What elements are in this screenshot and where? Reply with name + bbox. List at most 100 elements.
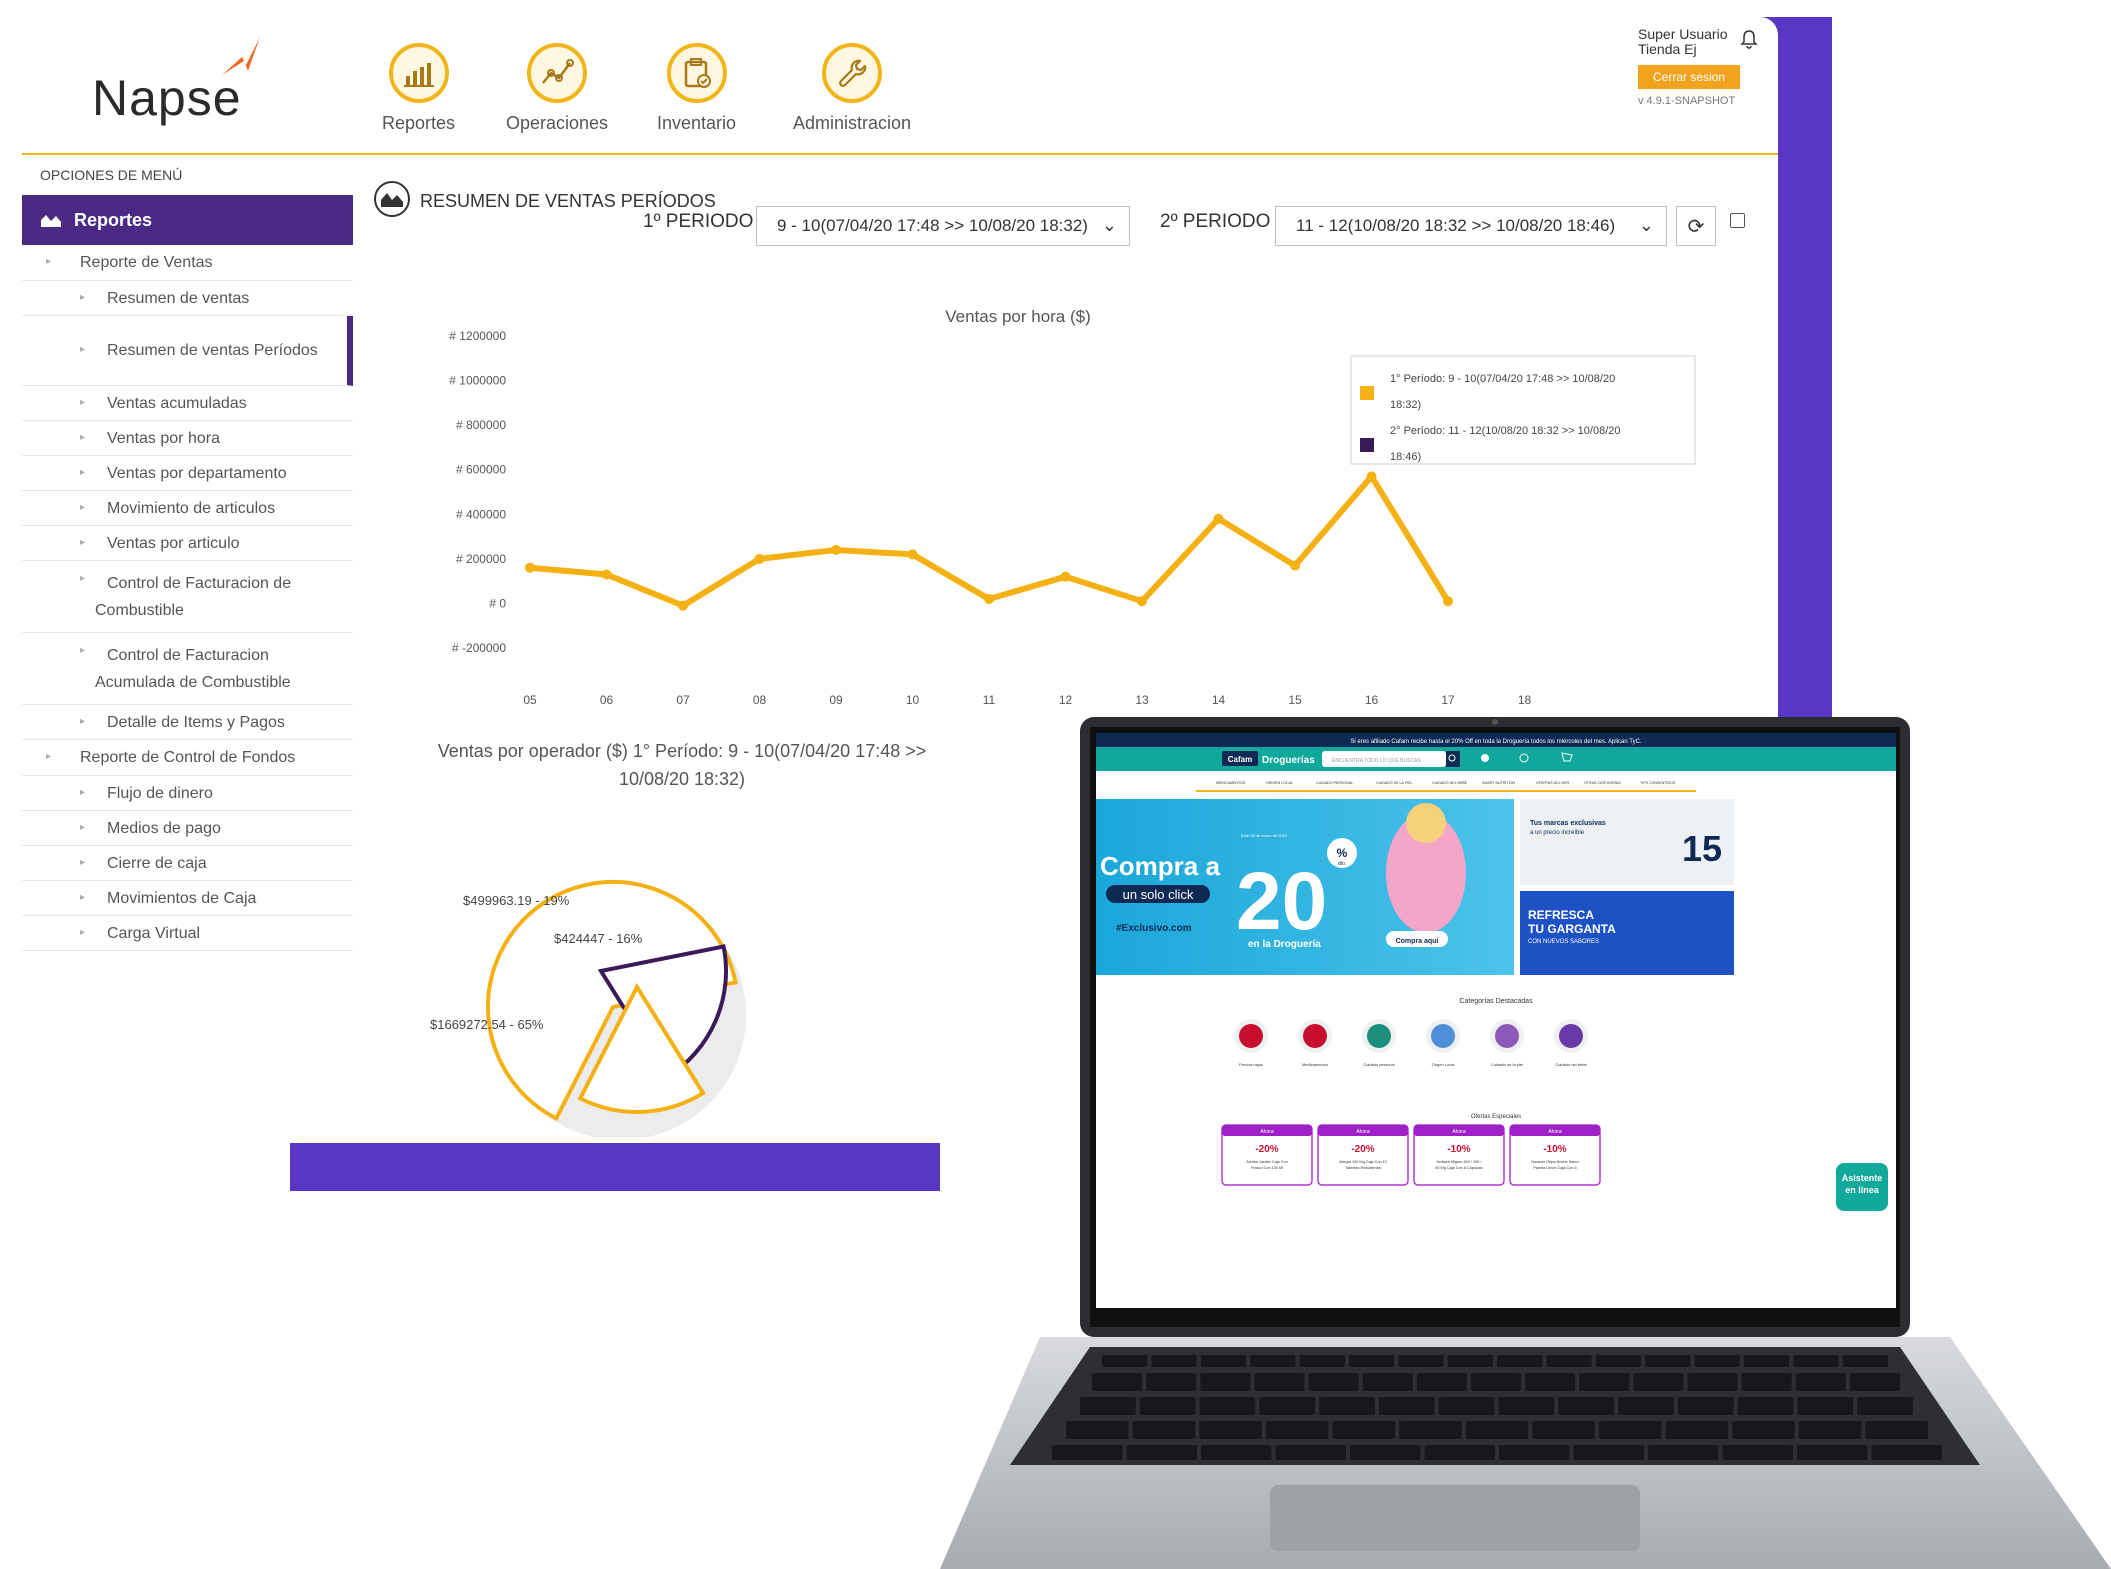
key [1052,1445,1123,1460]
location-icon[interactable] [1481,754,1489,762]
site-menu-item[interactable]: CUIDADO DE LA PIEL [1376,781,1413,785]
sidebar-item[interactable]: ▸ Cierre de caja [22,846,353,881]
sidebar-item[interactable]: ▸ Ventas por hora [22,421,353,456]
data-point[interactable] [984,593,994,604]
sidebar-section-label: Reportes [74,209,153,230]
site-search-button[interactable] [1446,751,1460,767]
option-checkbox[interactable] [1730,213,1745,228]
sidebar-item[interactable]: ▸ Carga Virtual [22,916,353,951]
topnav-operaciones[interactable]: Operaciones [506,43,608,134]
promo-throat-line2: TU GARGANTA [1528,922,1616,936]
period2-select[interactable]: 11 - 12(10/08/20 18:32 >> 10/08/20 18:46… [1275,206,1667,246]
site-menu-item[interactable]: SMART NUTRITION [1482,781,1515,785]
offer-discount: -20% [1351,1144,1374,1155]
data-point[interactable] [1443,596,1453,607]
caret-right-icon: ▸ [80,431,86,443]
sidebar-item[interactable]: ▸ Flujo de dinero [22,776,353,811]
line-graph-icon [527,43,588,103]
key [1865,1421,1928,1439]
key [1416,1373,1467,1391]
data-point[interactable] [1213,513,1224,524]
hero-person-head [1406,803,1446,843]
y-tick-label: # 0 [489,596,506,610]
sidebar-item[interactable]: ▸ Medios de pago [22,811,353,846]
y-tick-label: # 800000 [456,418,506,432]
period2-label: 2º PERIODO [1160,211,1271,232]
site-menu-item[interactable]: CUIDADO DEL BEBÉ [1432,780,1468,785]
data-point[interactable] [1366,471,1377,482]
key [1132,1421,1196,1439]
offer-tag: Ahora [1260,1129,1274,1135]
key [1332,1421,1396,1439]
topnav-administracion[interactable]: Administracion [793,43,911,134]
key [1633,1373,1684,1391]
hero-title: Compra a [1100,851,1220,881]
refresh-button[interactable]: ⟳ [1676,206,1716,246]
sidebar-item[interactable]: ▸ Ventas por articulo [22,526,353,561]
sidebar-item[interactable]: ▸ Control de Facturacion Acumulada de Com… [22,633,353,705]
area-chart-icon [41,215,61,227]
data-point[interactable] [678,600,688,611]
key [1532,1421,1595,1439]
site-menu-item[interactable]: CUIDADO PERSONAL [1316,781,1353,785]
key [1201,1445,1272,1460]
data-point[interactable] [1060,571,1071,582]
sidebar-item[interactable]: ▸ Resumen de ventas Períodos [22,316,353,386]
key [1308,1373,1359,1391]
y-tick-label: # 600000 [456,463,506,477]
period1-value: 9 - 10(07/04/20 17:48 >> 10/08/20 18:32) [777,216,1088,235]
data-point[interactable] [1137,596,1147,607]
key [1470,1373,1522,1391]
sidebar-item[interactable]: ▸ Movimiento de articulos [22,491,353,526]
assistant-line1: Asistente [1842,1173,1883,1183]
bell-icon[interactable] [1740,29,1758,49]
app-header: Napse Reportes Operaciones Inventario Ad… [22,17,1778,155]
sidebar-item[interactable]: ▸ Ventas acumuladas [22,386,353,421]
category-icon [1303,1024,1327,1048]
site-menu-item[interactable]: TIPS CONSENTIDOS [1640,781,1676,785]
site-menu-item[interactable]: OFERTAS DEL MES [1536,781,1570,785]
site-menu-item[interactable]: ORIGEN LOCAL [1266,781,1293,785]
sidebar-title: OPCIONES DE MENÚ [40,167,183,183]
key [1798,1421,1862,1439]
data-point[interactable] [525,562,535,573]
data-point[interactable] [907,549,918,560]
hero-number: 20 [1236,856,1327,947]
topnav-label: Reportes [382,113,456,133]
sidebar-item-label: Medios de pago [107,819,221,837]
sidebar-item[interactable]: ▸ Ventas por departamento [22,456,353,491]
data-point[interactable] [754,553,765,564]
sidebar-item[interactable]: ▸ Control de Facturacion de Combustible [22,561,353,633]
y-tick-label: # 400000 [456,507,506,521]
sidebar-item-label: Reporte de Ventas [80,254,213,271]
topnav-reportes[interactable]: Reportes [382,43,455,134]
sidebar-item-label: Ventas acumuladas [107,394,247,412]
hero-percent-sub: dto. [1338,861,1346,867]
period1-select[interactable]: 9 - 10(07/04/20 17:48 >> 10/08/20 18:32)… [756,206,1130,246]
key [1438,1397,1495,1415]
site-menu-item[interactable]: OTRAS CATEGORÍAS [1584,781,1621,785]
caret-right-icon: ▸ [80,291,86,303]
promo-throat-line3: CON NUEVOS SABORES [1528,939,1599,945]
category-icon [1431,1024,1455,1048]
data-point[interactable] [601,569,612,580]
site-menu-item[interactable]: MEDICAMENTOS [1216,781,1246,785]
data-point[interactable] [1290,560,1300,571]
logout-button[interactable]: Cerrar sesion [1638,65,1740,89]
category-icon [1559,1024,1583,1048]
sidebar-item[interactable]: ▸ Detalle de Items y Pagos [22,705,353,740]
data-point[interactable] [831,544,841,555]
sidebar-item[interactable]: ▸ Reporte de Control de Fondos [22,740,353,776]
key [1362,1373,1413,1391]
topnav-inventario[interactable]: Inventario [657,43,736,134]
sidebar-item-label: Movimientos de Caja [107,889,257,907]
sidebar-item[interactable]: ▸ Movimientos de Caja [22,881,353,916]
key [1080,1397,1136,1415]
caret-right-icon: ▸ [80,645,86,656]
sidebar-item-label: Movimiento de articulos [107,499,276,517]
sidebar-item[interactable]: ▸ Reporte de Ventas [22,245,353,281]
sidebar-section-reportes[interactable]: Reportes [22,195,353,245]
sidebar-item[interactable]: ▸ Resumen de ventas [22,281,353,316]
key [1598,1421,1662,1439]
key [1645,1355,1691,1367]
